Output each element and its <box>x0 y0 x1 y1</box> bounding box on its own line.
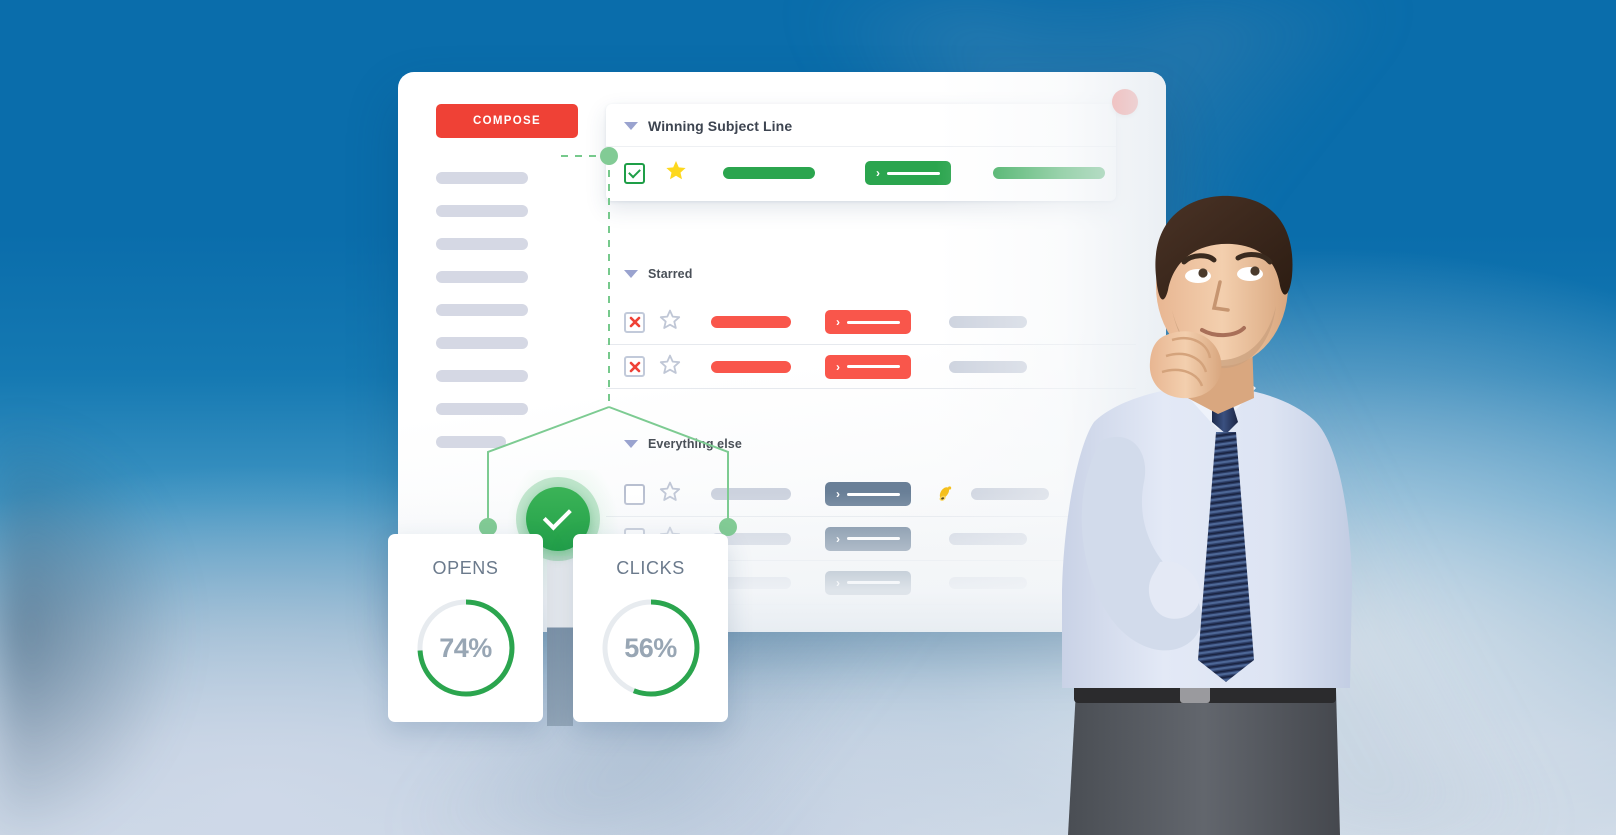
stat-card-opens: OPENS 74% <box>388 534 543 722</box>
action-chip[interactable]: › <box>825 570 911 595</box>
caret-down-icon[interactable] <box>624 270 638 278</box>
stat-label-clicks: CLICKS <box>616 558 685 578</box>
stat-card-divider-bar <box>547 556 573 726</box>
meta-placeholder <box>970 488 1049 500</box>
subject-placeholder[interactable] <box>711 488 791 500</box>
compose-button[interactable]: COMPOSE <box>436 104 578 138</box>
background-vignette <box>0 384 300 835</box>
action-chip[interactable]: › <box>825 482 911 506</box>
winning-subject-line-card[interactable]: Winning Subject Line › <box>606 104 1116 201</box>
pupil-left <box>1198 268 1208 278</box>
meta-placeholder <box>948 532 1027 545</box>
checkbox-checked[interactable] <box>624 162 645 184</box>
subject-placeholder[interactable] <box>723 167 815 179</box>
donut-chart-clicks: 56% <box>599 596 703 700</box>
caret-down-icon[interactable] <box>624 440 638 448</box>
starred-section-title: Starred <box>648 267 693 281</box>
starred-section-header[interactable]: Starred <box>624 267 692 281</box>
sidebar-item-placeholder[interactable] <box>436 304 528 316</box>
action-chip[interactable]: › <box>825 526 911 551</box>
bell-icon-wrap[interactable] <box>935 484 955 504</box>
star-outline-icon[interactable] <box>659 481 681 502</box>
action-chip[interactable]: › <box>825 310 911 334</box>
stat-value-opens: 74% <box>439 632 492 663</box>
checkbox-rejected[interactable] <box>624 311 645 333</box>
meta-placeholder <box>948 576 1027 589</box>
pupil-right <box>1250 266 1260 276</box>
sidebar-item-placeholder[interactable] <box>436 205 528 217</box>
sidebar-item-placeholder[interactable] <box>436 337 528 349</box>
sidebar: COMPOSE <box>436 104 596 469</box>
winning-section-header[interactable]: Winning Subject Line <box>606 104 1116 146</box>
subject-placeholder[interactable] <box>711 316 791 328</box>
sidebar-item-placeholder[interactable] <box>436 403 528 415</box>
hand <box>1149 331 1222 399</box>
star-outline-icon[interactable] <box>659 354 681 375</box>
stat-label-opens: OPENS <box>432 558 499 578</box>
sidebar-item-placeholder[interactable] <box>436 436 506 448</box>
chevron-right-icon: › <box>836 359 840 374</box>
checkbox-empty[interactable] <box>624 483 645 505</box>
caret-down-icon[interactable] <box>624 122 638 130</box>
sidebar-nav-placeholders <box>436 172 596 448</box>
chevron-right-icon: › <box>876 166 880 180</box>
sidebar-item-placeholder[interactable] <box>436 172 528 184</box>
chevron-right-icon: › <box>836 315 840 329</box>
sidebar-item-placeholder[interactable] <box>436 238 528 250</box>
sidebar-item-placeholder[interactable] <box>436 370 528 382</box>
star-outline-icon[interactable] <box>659 309 681 330</box>
everything-else-section-header[interactable]: Everything else <box>624 437 742 451</box>
donut-chart-opens: 74% <box>414 596 518 700</box>
action-chip[interactable]: › <box>865 161 951 185</box>
winning-section-title: Winning Subject Line <box>648 118 793 134</box>
stat-card-clicks: CLICKS 56% <box>573 534 728 722</box>
trousers <box>1068 690 1340 835</box>
star-filled-icon[interactable] <box>665 160 687 181</box>
person-photo <box>1062 195 1352 835</box>
everything-else-section-title: Everything else <box>648 437 742 451</box>
checkbox-rejected[interactable] <box>624 356 645 377</box>
stat-value-clicks: 56% <box>624 632 677 663</box>
subject-placeholder[interactable] <box>711 360 791 373</box>
chevron-right-icon: › <box>836 531 840 546</box>
bell-icon[interactable] <box>935 484 955 504</box>
chevron-right-icon: › <box>836 575 840 590</box>
meta-placeholder <box>992 167 1105 179</box>
sidebar-item-placeholder[interactable] <box>436 271 528 283</box>
meta-placeholder <box>948 316 1027 328</box>
action-chip[interactable]: › <box>825 354 911 379</box>
chevron-right-icon: › <box>836 487 840 501</box>
meta-placeholder <box>948 360 1027 373</box>
close-dot-icon[interactable] <box>1112 89 1138 115</box>
